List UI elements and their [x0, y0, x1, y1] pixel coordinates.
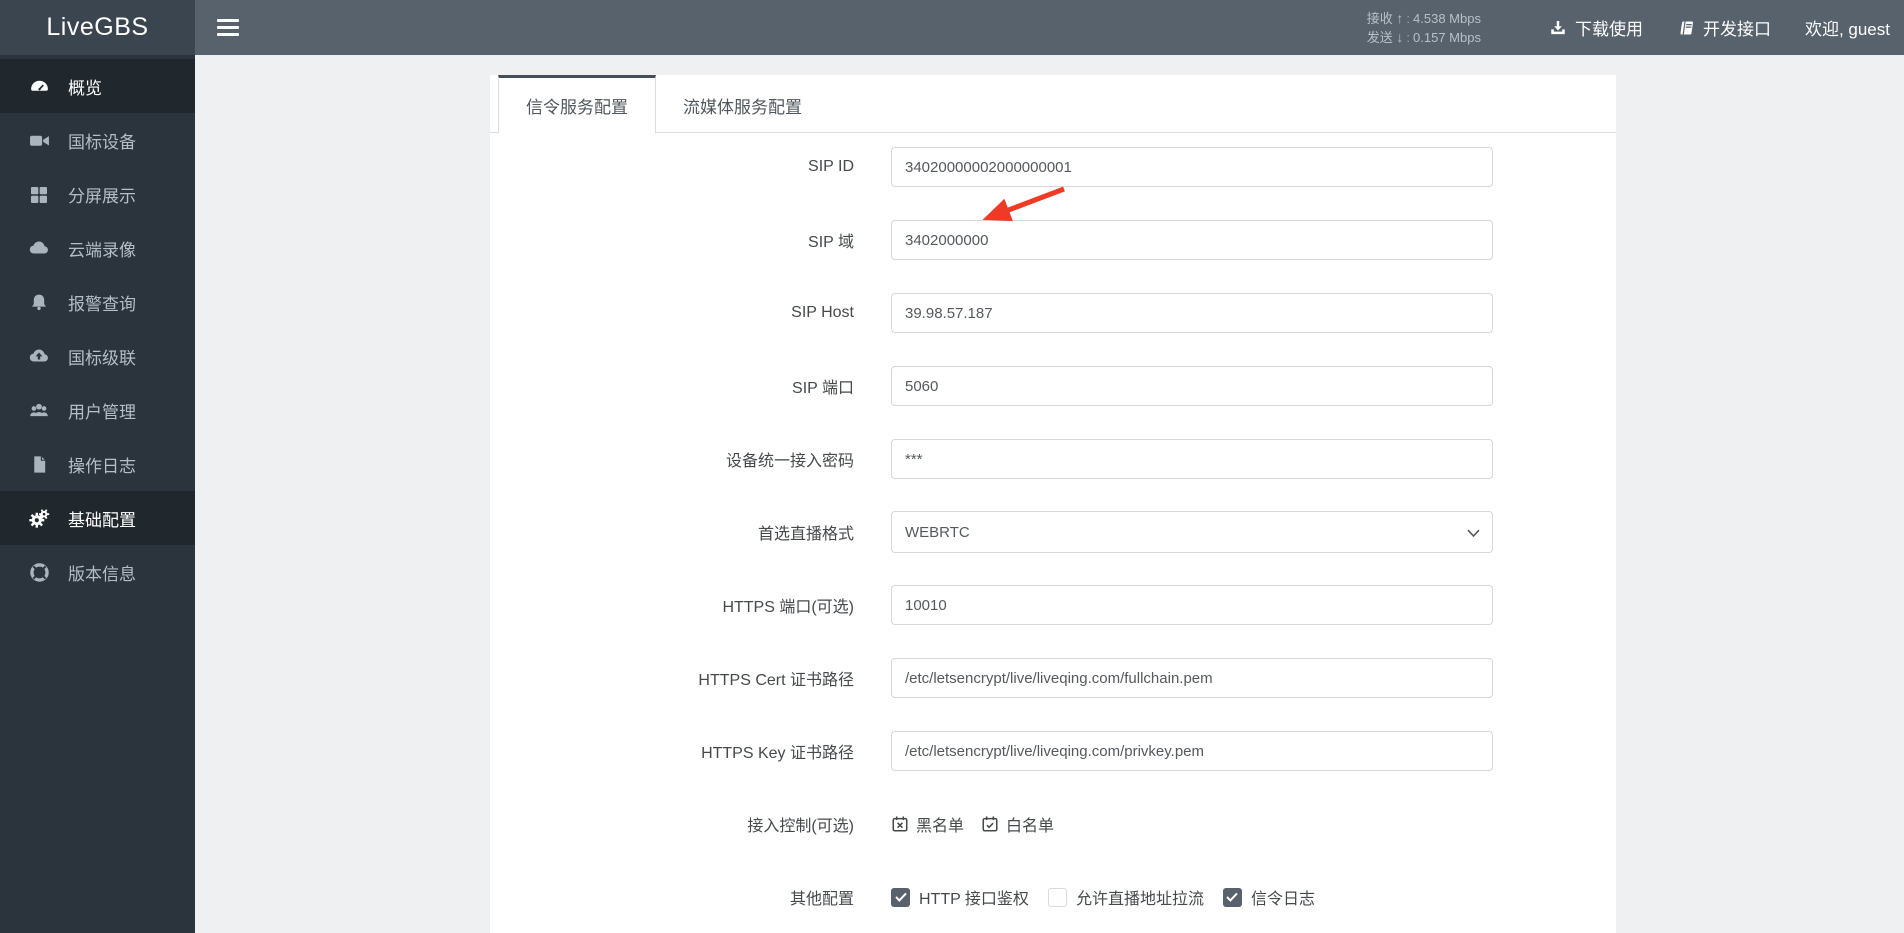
- sidebar-item-user-management[interactable]: 用户管理: [0, 383, 195, 437]
- book-icon: [1680, 21, 1693, 34]
- checkbox-checked-icon: [891, 887, 910, 907]
- main-area: 信令服务配置 流媒体服务配置 SIP ID SIP 域 SIP Host SIP…: [195, 55, 1904, 933]
- sidebar-toggle-icon[interactable]: [217, 15, 239, 40]
- camera-icon: [26, 130, 52, 151]
- sidebar-item-overview[interactable]: 概览: [0, 59, 195, 113]
- sidebar-item-split-screen[interactable]: 分屏展示: [0, 167, 195, 221]
- sidebar-item-alarm-query[interactable]: 报警查询: [0, 275, 195, 329]
- form-row: 首选直播格式 WEBRTC: [490, 511, 1616, 553]
- whitelist-button[interactable]: 白名单: [981, 812, 1054, 836]
- form-row: HTTPS Key 证书路径: [490, 731, 1616, 771]
- cloud-upload-icon: [26, 345, 52, 367]
- checkbox-checked-icon: [1222, 887, 1242, 907]
- form-row: 设备统一接入密码: [490, 439, 1616, 479]
- signal-log-checkbox[interactable]: 信令日志: [1222, 885, 1315, 909]
- welcome-user[interactable]: 欢迎, guest: [1805, 15, 1890, 40]
- form-row: SIP ID: [490, 147, 1616, 187]
- sidebar: 概览 国标设备 分屏展示 云端录像 报警查询 国标级联 用户管理 操作日志 基础…: [0, 55, 195, 933]
- sidebar-item-basic-config[interactable]: 基础配置: [0, 491, 195, 545]
- https-key-label: HTTPS Key 证书路径: [701, 745, 854, 762]
- sidebar-item-operation-log[interactable]: 操作日志: [0, 437, 195, 491]
- access-control-row: 接入控制(可选) 黑名单 白名单: [490, 804, 1616, 844]
- send-rate: 发送 ↓:0.157 Mbps: [1366, 28, 1481, 45]
- grid-icon: [26, 184, 52, 204]
- sidebar-item-gb-devices[interactable]: 国标设备: [0, 113, 195, 167]
- calendar-times-icon: [892, 816, 908, 832]
- tab-signal-config[interactable]: 信令服务配置: [498, 75, 656, 133]
- download-icon: [1551, 20, 1565, 34]
- config-form: SIP ID SIP 域 SIP Host SIP 端口 设备统一接入密码 首选: [490, 133, 1616, 917]
- download-link[interactable]: 下载使用: [1549, 15, 1643, 40]
- sip-id-label: SIP ID: [808, 158, 854, 175]
- form-row: SIP 端口: [490, 366, 1616, 406]
- sidebar-item-gb-cascade[interactable]: 国标级联: [0, 329, 195, 383]
- http-auth-checkbox[interactable]: HTTP 接口鉴权: [891, 885, 1029, 909]
- form-row: HTTPS 端口(可选): [490, 585, 1616, 625]
- life-ring-icon: [26, 562, 52, 583]
- blacklist-button[interactable]: 黑名单: [891, 812, 964, 836]
- topbar-right: 接收 ↑:4.538 Mbps 发送 ↓:0.157 Mbps 下载使用 开发接…: [1367, 9, 1904, 47]
- sip-host-label: SIP Host: [791, 304, 854, 321]
- sip-domain-label: SIP 域: [808, 234, 854, 251]
- sip-port-input[interactable]: [891, 366, 1493, 406]
- users-icon: [26, 399, 52, 421]
- form-row: SIP 域: [490, 220, 1616, 260]
- config-card: 信令服务配置 流媒体服务配置 SIP ID SIP 域 SIP Host SIP…: [490, 75, 1616, 933]
- checkbox-unchecked-icon: [1047, 887, 1067, 907]
- network-stats: 接收 ↑:4.538 Mbps 发送 ↓:0.157 Mbps: [1367, 9, 1481, 47]
- recv-rate: 接收 ↑:4.538 Mbps: [1366, 9, 1481, 26]
- gears-icon: [26, 507, 52, 529]
- form-row: HTTPS Cert 证书路径: [490, 658, 1616, 698]
- https-cert-label: HTTPS Cert 证书路径: [698, 672, 854, 689]
- device-password-input[interactable]: [891, 439, 1493, 479]
- access-control-label: 接入控制(可选): [747, 818, 854, 835]
- form-row: SIP Host: [490, 293, 1616, 333]
- file-icon: [26, 455, 52, 474]
- https-cert-input[interactable]: [891, 658, 1493, 698]
- sip-domain-input[interactable]: [891, 220, 1493, 260]
- calendar-check-icon: [982, 816, 998, 832]
- tab-media-config[interactable]: 流媒体服务配置: [656, 75, 829, 132]
- device-password-label: 设备统一接入密码: [725, 453, 854, 470]
- dashboard-icon: [26, 76, 52, 97]
- live-format-select[interactable]: WEBRTC: [891, 511, 1493, 553]
- dev-api-link[interactable]: 开发接口: [1677, 15, 1771, 40]
- sip-host-input[interactable]: [891, 293, 1493, 333]
- sip-id-input[interactable]: [891, 147, 1493, 187]
- live-format-label: 首选直播格式: [757, 526, 854, 543]
- other-config-row: 其他配置 HTTP 接口鉴权 允许直播地址拉流 信令日志: [490, 877, 1616, 917]
- sidebar-item-cloud-record[interactable]: 云端录像: [0, 221, 195, 275]
- https-key-input[interactable]: [891, 731, 1493, 771]
- topbar: LiveGBS 接收 ↑:4.538 Mbps 发送 ↓:0.157 Mbps …: [0, 0, 1904, 55]
- https-port-label: HTTPS 端口(可选): [722, 599, 854, 616]
- sip-port-label: SIP 端口: [792, 380, 854, 397]
- other-config-label: 其他配置: [789, 891, 854, 908]
- tab-bar: 信令服务配置 流媒体服务配置: [490, 75, 1616, 133]
- https-port-input[interactable]: [891, 585, 1493, 625]
- chevron-down-icon: [1467, 529, 1480, 538]
- cloud-icon: [26, 237, 52, 259]
- sidebar-item-version-info[interactable]: 版本信息: [0, 545, 195, 599]
- allow-pull-checkbox[interactable]: 允许直播地址拉流: [1047, 885, 1204, 909]
- app-logo[interactable]: LiveGBS: [0, 0, 195, 55]
- bell-icon: [26, 292, 52, 312]
